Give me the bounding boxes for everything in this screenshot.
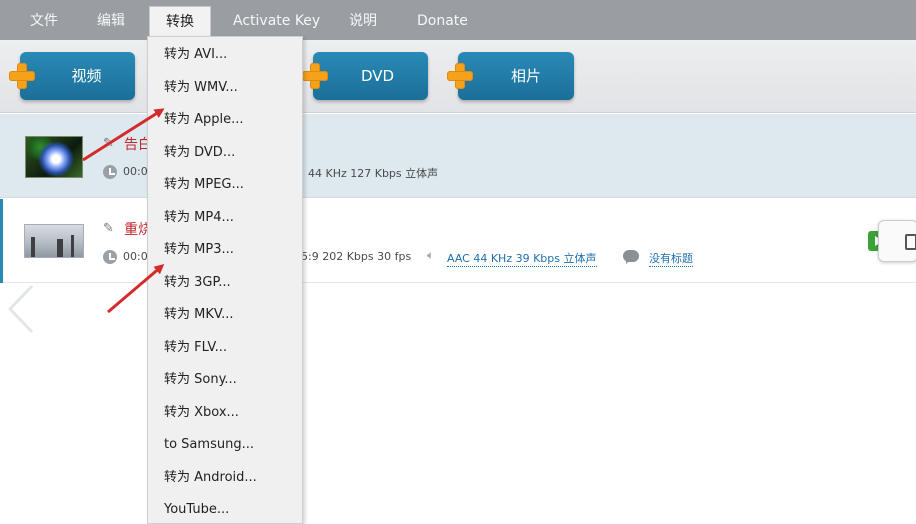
menu-option-mp3[interactable]: 转为 MP3... [164,241,234,259]
chevron-left-icon[interactable] [6,284,40,334]
file-row-1[interactable] [0,114,916,198]
menu-option-wmv[interactable]: 转为 WMV... [164,79,238,97]
subtitle-link[interactable]: 没有标题 [649,250,693,267]
menu-option-youtube[interactable]: YouTube... [164,501,229,519]
row-accent [0,199,3,283]
video-thumbnail[interactable] [25,136,83,178]
comment-icon [623,250,639,264]
audio-track-link[interactable]: AAC 44 KHz 39 Kbps 立体声 [447,250,597,267]
menu-option-samsung[interactable]: to Samsung... [164,436,254,454]
menu-option-dvd[interactable]: 转为 DVD... [164,144,235,162]
menu-convert[interactable]: 转换 [149,6,211,36]
speaker-icon: 🔈︎ [427,248,435,262]
menu-file[interactable]: 文件 [30,0,58,40]
convert-dropdown-menu: 转为 AVI... 转为 WMV... 转为 Apple... 转为 DVD..… [147,36,303,524]
side-panel[interactable] [878,220,916,262]
pencil-icon[interactable]: ✎ [103,136,114,151]
menu-option-flv[interactable]: 转为 FLV... [164,339,227,357]
toolbar: 视频 DVD 相片 [0,40,916,113]
menu-option-mkv[interactable]: 转为 MKV... [164,306,234,324]
file-video-info: 5:9 202 Kbps 30 fps [301,250,412,263]
menu-option-3gp[interactable]: 转为 3GP... [164,274,231,292]
add-photo-button[interactable]: 相片 [458,52,574,100]
clock-icon [103,250,117,264]
add-photo-label: 相片 [510,67,541,85]
add-dvd-label: DVD [360,67,395,85]
plus-icon [8,62,36,90]
plus-icon [301,62,329,90]
menu-option-apple[interactable]: 转为 Apple... [164,111,244,129]
menu-option-xbox[interactable]: 转为 Xbox... [164,404,239,422]
menu-bar: 文件 编辑 转换 Activate Key 说明 Donate [0,0,916,40]
menu-activate-key[interactable]: Activate Key [233,0,320,40]
file-duration: 00:0 [123,250,148,263]
add-video-button[interactable]: 视频 [20,52,135,100]
file-audio-info: 44 KHz 127 Kbps 立体声 [308,167,439,180]
menu-option-mpeg[interactable]: 转为 MPEG... [164,176,244,194]
clock-icon [103,165,117,179]
add-dvd-button[interactable]: DVD [313,52,428,100]
menu-option-mp4[interactable]: 转为 MP4... [164,209,234,227]
file-row-2[interactable] [0,199,916,283]
menu-edit[interactable]: 编辑 [97,0,125,40]
video-thumbnail[interactable] [24,224,84,258]
file-duration: 00:0 [123,165,148,178]
menu-donate[interactable]: Donate [417,0,468,40]
pencil-icon[interactable]: ✎ [103,221,114,236]
menu-option-android[interactable]: 转为 Android... [164,469,257,487]
add-video-label: 视频 [71,67,102,85]
menu-option-sony[interactable]: 转为 Sony... [164,371,237,389]
menu-help[interactable]: 说明 [349,0,377,40]
plus-icon [446,62,474,90]
menu-option-avi[interactable]: 转为 AVI... [164,46,227,64]
